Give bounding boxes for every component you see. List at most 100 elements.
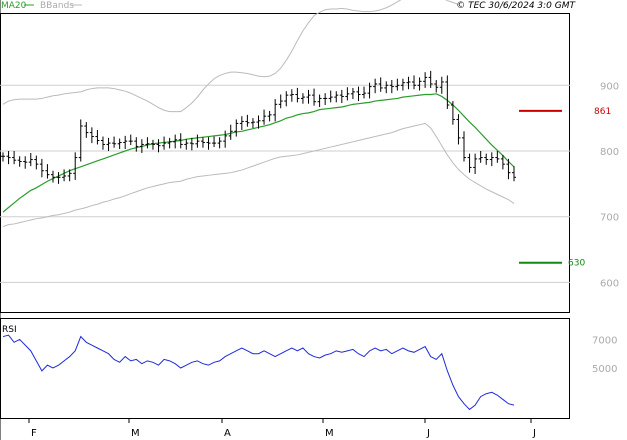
price-bar: [473, 153, 478, 174]
price-bar: [462, 131, 467, 162]
price-bar: [112, 136, 117, 148]
price-bar: [323, 93, 328, 105]
price-bar: [334, 91, 339, 103]
price-tick-800: 800: [600, 147, 619, 158]
price-bar: [395, 78, 400, 91]
rsi-tick-7000: 7000: [592, 335, 617, 346]
price-bar: [250, 118, 255, 128]
price-bar: [73, 152, 78, 180]
price-bar: [84, 122, 89, 138]
price-bar: [106, 137, 111, 151]
price-bar: [206, 137, 211, 150]
price-bar: [406, 76, 411, 90]
price-bar: [289, 89, 294, 102]
price-bar: [434, 80, 439, 93]
price-bar: [239, 116, 244, 130]
price-bar: [184, 139, 189, 150]
price-bar: [167, 137, 172, 149]
price-bar: [284, 91, 289, 107]
price-panel-frame: [0, 13, 570, 313]
price-gridlines: [0, 84, 570, 283]
chart-frames: [0, 0, 570, 440]
price-bar: [328, 90, 333, 103]
bb-lower-line: [2, 122, 515, 228]
price-bar: [223, 130, 228, 148]
month-label-4: J: [426, 428, 430, 439]
price-bar: [484, 153, 489, 165]
price-bar: [262, 109, 267, 125]
price-bar: [39, 158, 44, 178]
price-bar: [373, 78, 378, 94]
price-levels: 861 630: [519, 107, 611, 269]
price-bar: [23, 156, 28, 169]
price-bar: [445, 75, 450, 109]
price-bar: [378, 77, 383, 92]
price-bar: [495, 151, 500, 163]
price-bar: [128, 134, 133, 146]
chart-canvas: 861630 90080070060070005000 FMAMJJ MA20 …: [0, 0, 619, 440]
price-bar: [467, 153, 472, 173]
price-bar: [17, 156, 22, 167]
price-bar: [245, 114, 250, 127]
month-label-1: M: [131, 428, 140, 439]
price-bar: [28, 152, 33, 167]
price-bar: [350, 87, 355, 100]
price-bar: [117, 138, 122, 150]
price-bar: [212, 136, 217, 148]
price-bar: [134, 137, 139, 152]
price-bar: [478, 151, 483, 163]
price-tick-600: 600: [600, 278, 619, 289]
ma20-polyline: [2, 93, 515, 213]
y-tick-labels: 900 800 700 600 7000 5000: [592, 81, 619, 375]
price-bar: [123, 135, 128, 150]
price-bar: [412, 75, 417, 90]
price-bar: [150, 139, 155, 150]
resistance-level-label: 861: [594, 107, 611, 117]
price-bar: [45, 164, 50, 179]
price-bar: [145, 137, 150, 149]
price-bar: [189, 137, 194, 151]
price-bar: [339, 89, 344, 104]
price-tick-700: 700: [600, 213, 619, 224]
legend-ma20: MA20: [1, 1, 27, 11]
price-bar: [1, 152, 5, 162]
price-tick-900: 900: [600, 81, 619, 92]
x-month-labels: FMAMJJ: [28, 418, 536, 439]
price-bar: [195, 134, 200, 148]
price-bar: [234, 119, 239, 137]
price-bar: [156, 139, 161, 153]
month-label-2: A: [224, 428, 231, 439]
bollinger-bands: [2, 0, 515, 228]
price-bar: [306, 89, 311, 104]
price-bar: [295, 87, 300, 103]
rsi-panel-label: RSI: [2, 325, 17, 335]
month-label-0: F: [31, 428, 37, 439]
price-bar: [200, 137, 205, 148]
price-bar: [489, 152, 494, 167]
rsi-panel-frame: [0, 318, 570, 419]
price-bar: [273, 99, 278, 122]
price-bar: [228, 124, 233, 140]
rsi-polyline: [2, 334, 515, 411]
price-bar: [278, 94, 283, 109]
rsi-tick-5000: 5000: [592, 364, 617, 375]
price-bar: [300, 93, 305, 104]
price-bar: [512, 166, 516, 182]
price-bar: [506, 158, 511, 180]
price-bar: [89, 127, 94, 144]
price-bar: [317, 94, 322, 107]
rsi-line: [2, 334, 515, 411]
price-bar: [345, 87, 350, 101]
copyright-timestamp: © TEC 30/6/2024 3:0 GMT: [456, 1, 576, 11]
price-bars: [1, 70, 516, 184]
price-bar: [62, 169, 67, 182]
price-bar: [356, 86, 361, 102]
price-bar: [34, 155, 39, 170]
price-bar: [456, 114, 461, 145]
price-bar: [450, 101, 455, 125]
price-bar: [384, 81, 389, 94]
price-bar: [417, 77, 422, 91]
month-label-5: J: [532, 428, 536, 439]
price-bar: [312, 88, 317, 106]
price-bar: [50, 170, 55, 183]
